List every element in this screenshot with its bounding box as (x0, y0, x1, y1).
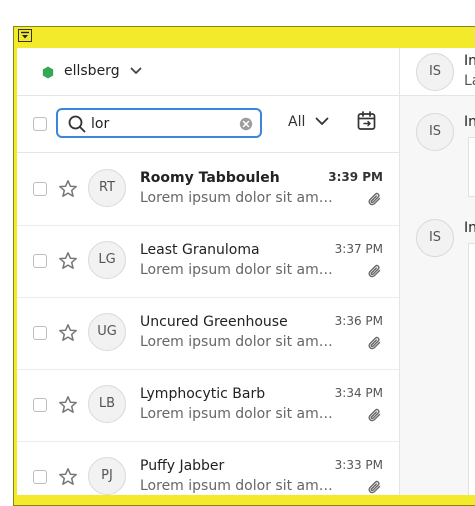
row-checkbox[interactable] (33, 326, 47, 340)
message-row[interactable]: RT Roomy Tabbouleh 3:39 PM Lorem ipsum d… (17, 153, 399, 226)
avatar: LB (88, 385, 126, 423)
message-snippet: Lorem ipsum dolor sit amet, consectetur (140, 262, 336, 278)
sender-name: Lymphocytic Barb (140, 386, 266, 402)
chevron-down-icon[interactable] (315, 117, 329, 126)
avatar: PJ (88, 457, 126, 495)
chevron-down-icon (130, 67, 142, 74)
account-switcher[interactable]: ellsberg (17, 48, 399, 96)
star-icon[interactable] (58, 467, 78, 487)
message-card (468, 243, 475, 495)
search-box[interactable] (56, 108, 262, 138)
screen-top-strip (0, 0, 475, 26)
thread-message-title: In (464, 220, 475, 236)
message-time: 3:36 PM (334, 314, 383, 328)
filter-dropdown[interactable]: All (288, 114, 305, 130)
message-row[interactable]: LB Lymphocytic Barb 3:34 PM Lorem ipsum … (17, 369, 399, 442)
window-menu-button[interactable] (18, 29, 32, 42)
thread-subtitle: La (464, 73, 475, 89)
star-icon[interactable] (58, 179, 78, 199)
row-checkbox[interactable] (33, 182, 47, 196)
row-checkbox[interactable] (33, 254, 47, 268)
message-row[interactable]: PJ Puffy Jabber 3:33 PM Lorem ipsum dolo… (17, 441, 399, 495)
message-row[interactable]: UG Uncured Greenhouse 3:36 PM Lorem ipsu… (17, 297, 399, 370)
select-all-checkbox[interactable] (33, 117, 47, 131)
star-icon[interactable] (58, 251, 78, 271)
mail-app: ellsberg All (17, 48, 475, 495)
thread-header: IS In La (400, 48, 475, 96)
message-list-pane: ellsberg All (17, 48, 400, 495)
message-time: 3:34 PM (334, 386, 383, 400)
paperclip-icon (368, 408, 381, 422)
account-status-icon (42, 66, 54, 79)
sender-name: Least Granuloma (140, 242, 260, 258)
calendar-icon[interactable] (357, 111, 377, 131)
search-input[interactable] (91, 114, 231, 134)
avatar: IS (416, 219, 454, 257)
reading-pane: IS In La IS In IS In (400, 48, 475, 495)
message-snippet: Lorem ipsum dolor sit amet, consectetur (140, 406, 336, 422)
account-name: ellsberg (64, 63, 120, 79)
thread-title: In (464, 53, 475, 69)
avatar: IS (416, 53, 454, 91)
message-row[interactable]: LG Least Granuloma 3:37 PM Lorem ipsum d… (17, 225, 399, 298)
message-snippet: Lorem ipsum dolor sit amet, consectetur (140, 478, 336, 494)
star-icon[interactable] (58, 395, 78, 415)
message-snippet: Lorem ipsum dolor sit amet, consectetur (140, 190, 336, 206)
clear-icon[interactable] (239, 117, 253, 131)
message-card (468, 137, 475, 197)
row-checkbox[interactable] (33, 398, 47, 412)
star-icon[interactable] (58, 323, 78, 343)
message-time: 3:39 PM (328, 170, 383, 184)
avatar: LG (88, 241, 126, 279)
sender-name: Puffy Jabber (140, 458, 225, 474)
message-snippet: Lorem ipsum dolor sit amet, consectetur (140, 334, 336, 350)
paperclip-icon (368, 480, 381, 494)
row-checkbox[interactable] (33, 470, 47, 484)
avatar: IS (416, 113, 454, 151)
message-time: 3:37 PM (334, 242, 383, 256)
search-icon (68, 115, 86, 133)
paperclip-icon (368, 336, 381, 350)
sender-name: Roomy Tabbouleh (140, 170, 280, 186)
sender-name: Uncured Greenhouse (140, 314, 288, 330)
list-toolbar: All (17, 96, 399, 153)
avatar: RT (88, 169, 126, 207)
avatar: UG (88, 313, 126, 351)
thread-message-title: In (464, 114, 475, 130)
paperclip-icon (368, 264, 381, 278)
paperclip-icon (368, 192, 381, 206)
dropdown-icon (21, 31, 29, 39)
message-time: 3:33 PM (334, 458, 383, 472)
